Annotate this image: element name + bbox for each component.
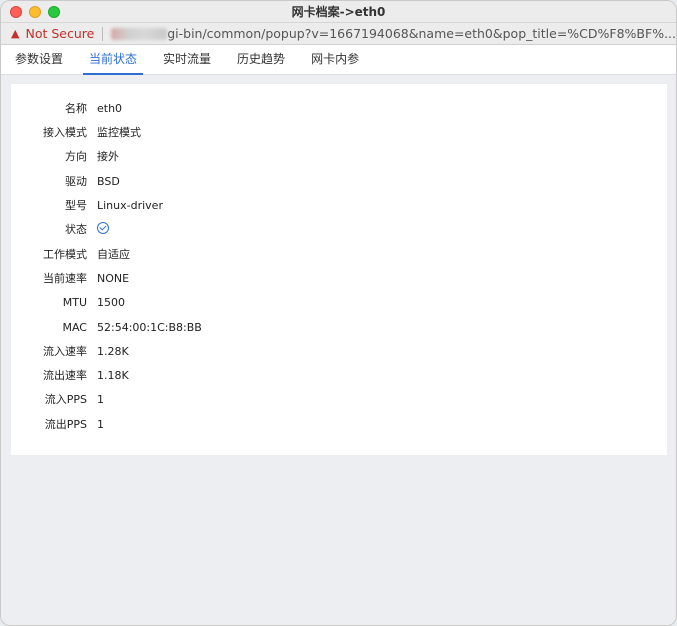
detail-value: 52:54:00:1C:B8:BB: [97, 320, 202, 334]
detail-value: BSD: [97, 174, 120, 188]
detail-label: 流出速率: [43, 369, 87, 382]
detail-label: 接入模式: [43, 126, 87, 139]
check-circle-icon: [97, 221, 109, 234]
detail-value: eth0: [97, 101, 123, 115]
title-bar: 网卡档案->eth0: [1, 1, 676, 23]
detail-value: 1500: [97, 295, 125, 309]
detail-value: [97, 221, 109, 237]
detail-row-direction: 方向 接外: [11, 144, 119, 168]
detail-label: 工作模式: [43, 248, 87, 261]
tab-nic-internals[interactable]: 网卡内参: [302, 45, 368, 74]
detail-label: 名称: [65, 102, 87, 115]
detail-value: Linux-driver: [97, 198, 163, 212]
security-label[interactable]: Not Secure: [25, 26, 94, 41]
detail-label: 型号: [65, 199, 87, 212]
detail-row-mtu: MTU 1500: [11, 290, 125, 314]
detail-label: 流入PPS: [44, 393, 87, 406]
url-redacted-host: [110, 27, 168, 40]
detail-row-inbound-rate: 流入速率 1.28K: [11, 339, 129, 363]
detail-label: 流入速率: [43, 345, 87, 358]
tab-history-trend[interactable]: 历史趋势: [228, 45, 294, 74]
detail-value: 1: [97, 392, 104, 406]
detail-row-mac: MAC 52:54:00:1C:B8:BB: [11, 315, 202, 339]
detail-label: 当前速率: [43, 272, 87, 285]
detail-label: MAC: [62, 320, 87, 334]
detail-value: 1: [97, 417, 104, 431]
detail-label: 方向: [65, 150, 87, 163]
status-panel: 名称 eth0 接入模式 监控模式 方向 接外 驱动 BSD 型号 Linux-…: [11, 84, 667, 455]
detail-value: 自适应: [97, 248, 130, 261]
popup-window: 网卡档案->eth0 ▲ Not Secure gi-bin/common/po…: [0, 0, 677, 626]
detail-row-driver: 驱动 BSD: [11, 169, 120, 193]
detail-row-model: 型号 Linux-driver: [11, 193, 163, 217]
warning-icon: ▲: [11, 27, 20, 40]
detail-label: MTU: [62, 295, 87, 309]
detail-value: 接外: [97, 150, 119, 163]
detail-value: 监控模式: [97, 126, 141, 139]
detail-label: 驱动: [65, 175, 87, 188]
url-text[interactable]: gi-bin/common/popup?v=1667194068&name=et…: [167, 26, 676, 41]
tab-parameter-settings[interactable]: 参数设置: [6, 45, 72, 74]
detail-value: NONE: [97, 271, 130, 285]
tab-current-status[interactable]: 当前状态: [80, 45, 146, 75]
tab-realtime-traffic[interactable]: 实时流量: [154, 45, 220, 74]
detail-row-access-mode: 接入模式 监控模式: [11, 120, 141, 144]
detail-value: 1.28K: [97, 344, 129, 358]
detail-label: 状态: [65, 223, 87, 236]
window-title: 网卡档案->eth0: [291, 5, 386, 19]
detail-label: 流出PPS: [44, 418, 87, 431]
tab-bar: 参数设置 当前状态 实时流量 历史趋势 网卡内参: [1, 45, 676, 75]
detail-row-name: 名称 eth0: [11, 96, 122, 120]
address-bar[interactable]: ▲ Not Secure gi-bin/common/popup?v=16671…: [1, 23, 676, 45]
detail-row-inbound-pps: 流入PPS 1: [11, 387, 104, 411]
detail-row-outbound-pps: 流出PPS 1: [11, 412, 104, 436]
detail-row-current-speed: 当前速率 NONE: [11, 266, 129, 290]
detail-row-status: 状态: [11, 217, 109, 241]
detail-value: 1.18K: [97, 368, 129, 382]
detail-row-work-mode: 工作模式 自适应: [11, 242, 130, 266]
detail-row-outbound-rate: 流出速率 1.18K: [11, 363, 129, 387]
